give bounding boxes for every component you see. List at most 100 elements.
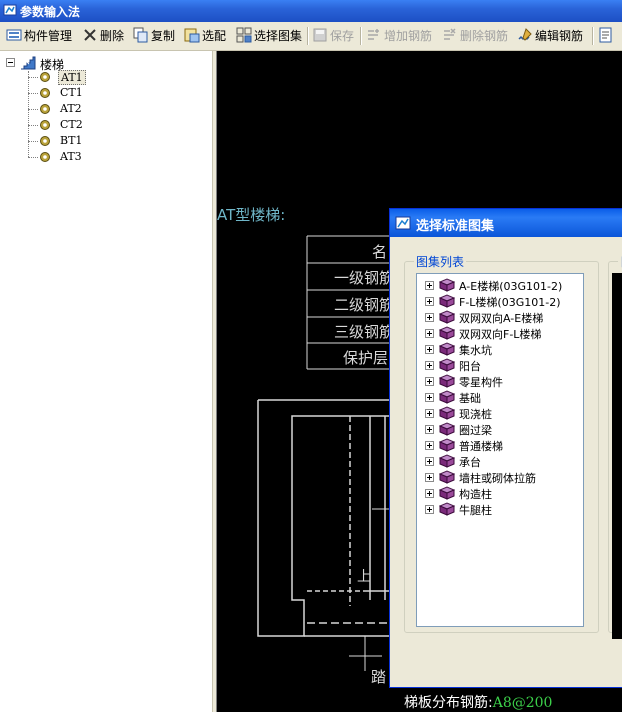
atlas-list-item[interactable]: 阳台 <box>425 357 583 373</box>
expand-toggle[interactable] <box>425 489 434 498</box>
tree-item-bt1[interactable]: BT1 <box>28 133 188 149</box>
atlas-group-label: 图集列表 <box>414 253 467 270</box>
app-icon <box>3 4 17 16</box>
atlas-list-item[interactable]: 双网双向A-E楼梯 <box>425 309 583 325</box>
atlas-list-item[interactable]: 牛腿柱 <box>425 501 583 517</box>
atlas-item-label: A-E楼梯(03G101-2) <box>459 280 563 293</box>
dialog-body: 图集列表 目 A-E楼梯(03G101-2) F-L楼梯(03G101-2) 双… <box>390 237 622 687</box>
select-atlas-button[interactable]: 选择图集 <box>236 27 302 45</box>
atlas-list-item[interactable]: 墙柱或砌体拉筋 <box>425 469 583 485</box>
atlas-list-item[interactable]: A-E楼梯(03G101-2) <box>425 277 583 293</box>
atlas-item-label: F-L楼梯(03G101-2) <box>459 296 561 309</box>
book-icon <box>439 374 455 388</box>
atlas-list-item[interactable]: 基础 <box>425 389 583 405</box>
book-icon <box>439 342 455 356</box>
expand-toggle[interactable] <box>425 473 434 482</box>
table-row-label: 三级钢筋 <box>334 323 394 341</box>
more-toolbar-button[interactable] <box>598 27 616 45</box>
atlas-item-label: 现浇桩 <box>459 408 492 421</box>
atlas-list-item[interactable]: 普通楼梯 <box>425 437 583 453</box>
atlas-list[interactable]: A-E楼梯(03G101-2) F-L楼梯(03G101-2) 双网双向A-E楼… <box>416 273 584 627</box>
atlas-item-label: 墙柱或砌体拉筋 <box>459 472 536 485</box>
tree-item-at1[interactable]: AT1 <box>28 69 188 85</box>
delete-rebar-button[interactable]: 删除钢筋 <box>442 27 508 45</box>
tree-item-ct1[interactable]: CT1 <box>28 85 188 101</box>
atlas-item-label: 双网双向A-E楼梯 <box>459 312 544 325</box>
expand-toggle[interactable] <box>425 329 434 338</box>
atlas-list-item[interactable]: 双网双向F-L楼梯 <box>425 325 583 341</box>
edit-rebar-button[interactable]: 编辑钢筋 <box>517 27 583 45</box>
atlas-list-item[interactable]: F-L楼梯(03G101-2) <box>425 293 583 309</box>
expand-toggle[interactable] <box>425 505 434 514</box>
atlas-item-label: 牛腿柱 <box>459 504 492 517</box>
gear-icon <box>40 136 50 146</box>
expand-toggle[interactable] <box>425 457 434 466</box>
expand-toggle[interactable] <box>425 425 434 434</box>
cad-heading: AT型楼梯: <box>217 206 285 224</box>
component-manage-label: 构件管理 <box>24 29 73 43</box>
expand-toggle[interactable] <box>425 441 434 450</box>
component-manage-button[interactable]: 构件管理 <box>6 27 72 45</box>
tree-item-label: AT2 <box>60 102 82 115</box>
add-rebar-button[interactable]: 增加钢筋 <box>366 27 432 45</box>
atlas-list-item[interactable]: 构造柱 <box>425 485 583 501</box>
save-icon <box>313 28 327 42</box>
report-icon <box>599 27 612 43</box>
dialog-app-icon <box>395 216 411 230</box>
delete-rebar-label: 删除钢筋 <box>460 29 509 43</box>
expand-toggle[interactable] <box>425 409 434 418</box>
tree-item-ct2[interactable]: CT2 <box>28 117 188 133</box>
dialog-titlebar[interactable]: 选择标准图集 <box>390 209 622 237</box>
book-icon <box>439 358 455 372</box>
gear-icon <box>40 120 50 130</box>
delete-label: 删除 <box>100 29 125 43</box>
stair-outline <box>257 399 397 671</box>
delete-button[interactable]: 删除 <box>82 27 124 45</box>
book-icon <box>439 294 455 308</box>
atlas-preview-area <box>612 273 622 639</box>
book-icon <box>439 438 455 452</box>
tree-item-at3[interactable]: AT3 <box>28 149 188 165</box>
atlas-item-label: 阳台 <box>459 360 481 373</box>
save-button[interactable]: 保存 <box>312 27 354 45</box>
atlas-item-label: 构造柱 <box>459 488 492 501</box>
copy-button[interactable]: 复制 <box>133 27 175 45</box>
table-row-label: 保护层 <box>343 349 388 367</box>
label-foot: 踏 <box>371 668 386 686</box>
select-config-button[interactable]: 选配 <box>184 27 226 45</box>
gear-icon <box>40 72 50 82</box>
rebar-distribution-label: 梯板分布钢筋: <box>404 695 493 711</box>
tree-item-at2[interactable]: AT2 <box>28 101 188 117</box>
atlas-item-label: 普通楼梯 <box>459 440 503 453</box>
expand-toggle[interactable] <box>425 393 434 402</box>
gear-icon <box>40 104 50 114</box>
atlas-list-item[interactable]: 圈过梁 <box>425 421 583 437</box>
expand-toggle[interactable] <box>425 345 434 354</box>
gear-icon <box>40 88 50 98</box>
atlas-list-item[interactable]: 现浇桩 <box>425 405 583 421</box>
tree-item-label: BT1 <box>60 134 83 147</box>
book-icon <box>439 470 455 484</box>
window-titlebar: 参数输入法 <box>0 0 622 22</box>
atlas-list-item[interactable]: 承台 <box>425 453 583 469</box>
component-manage-icon <box>6 29 22 41</box>
collapse-toggle[interactable] <box>6 58 15 67</box>
expand-toggle[interactable] <box>425 377 434 386</box>
atlas-item-label: 基础 <box>459 392 481 405</box>
table-row-label: 名 <box>372 243 387 261</box>
book-icon <box>439 390 455 404</box>
atlas-item-label: 双网双向F-L楼梯 <box>459 328 542 341</box>
expand-toggle[interactable] <box>425 361 434 370</box>
window-title: 参数输入法 <box>20 5 81 19</box>
book-icon <box>439 310 455 324</box>
book-icon <box>439 454 455 468</box>
atlas-list-item[interactable]: 零星构件 <box>425 373 583 389</box>
atlas-list-item[interactable]: 集水坑 <box>425 341 583 357</box>
expand-toggle[interactable] <box>425 313 434 322</box>
add-rebar-icon <box>368 29 379 40</box>
component-tree-pane: 楼梯 AT1 CT1 AT2 CT2 BT1 AT3 <box>0 51 212 712</box>
select-config-label: 选配 <box>202 29 227 43</box>
expand-toggle[interactable] <box>425 297 434 306</box>
copy-label: 复制 <box>151 29 176 43</box>
expand-toggle[interactable] <box>425 281 434 290</box>
